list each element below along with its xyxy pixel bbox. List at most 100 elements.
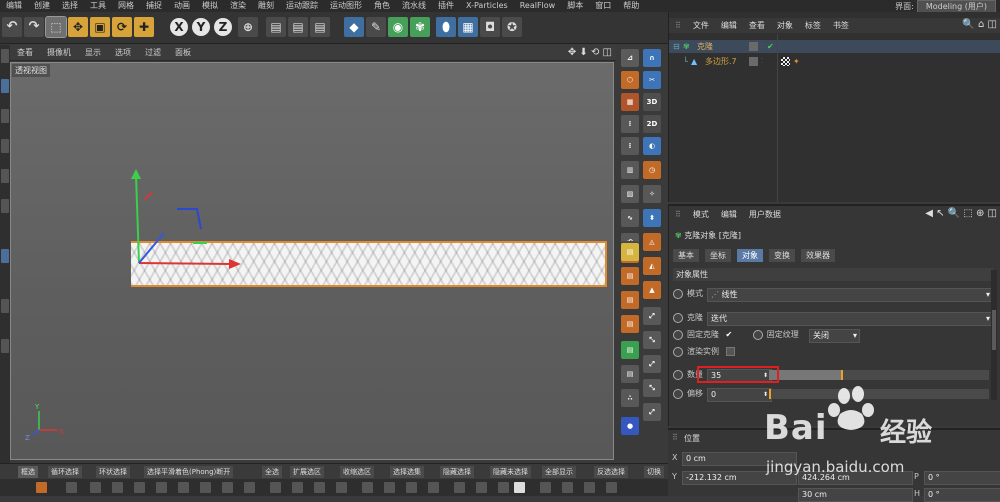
screenshot-icon[interactable] [514,482,525,493]
material-tag-icon[interactable] [781,57,790,66]
panel-grip-icon[interactable]: ⠿ [669,18,687,33]
hide-unselected-button[interactable]: 隐藏未选择 [490,466,531,478]
layout-select[interactable]: Modeling (用户) [916,0,996,12]
matrix-extrude-icon[interactable] [540,482,551,493]
object-name[interactable]: 多边形.7 [705,55,737,68]
tab-basic[interactable]: 基本 [673,249,699,262]
viewport-menu-display[interactable]: 显示 [78,45,108,60]
cloner-icon[interactable]: ✾ [410,17,430,37]
tree-expand-icon[interactable]: ⊟ [673,40,680,53]
dissolve-icon[interactable]: ⤡ [643,379,661,397]
render-view-icon[interactable]: ▤ [266,17,286,37]
menu-item-script[interactable]: 脚本 [561,0,589,11]
am-menu-mode[interactable]: 模式 [687,208,715,222]
om-menu-objects[interactable]: 对象 [771,18,799,33]
phong-break-select-button[interactable]: 选择平滑着色(Phong)断开 [144,466,234,478]
menu-item-x-particles[interactable]: X-Particles [460,0,514,11]
points-mode-icon[interactable] [1,169,9,183]
hide-selected-button[interactable]: 隐藏选择 [440,466,474,478]
visibility-dots[interactable]: ⁚ [761,55,763,68]
menu-item-edit[interactable]: 编辑 [0,0,28,11]
viewport-nav-icons[interactable]: ✥ ⬇ ⟲ ◫ [568,45,612,61]
mirror-icon[interactable]: ◭ [643,257,661,275]
snap-icon[interactable] [1,339,9,353]
layer-swatch[interactable] [749,57,758,66]
magnet-icon[interactable]: ∩ [643,49,661,67]
light-icon[interactable]: ✪ [502,17,522,37]
viewport-menu-cameras[interactable]: 摄像机 [40,45,78,60]
spline-tool-icon[interactable]: ∿ [621,209,639,227]
optimize-icon[interactable] [270,482,281,493]
toggle-button[interactable]: 切换 [644,466,664,478]
brush-icon[interactable]: ⤢ [643,403,661,421]
ring-select-button[interactable]: 环状选择 [96,466,130,478]
view-3d-icon[interactable]: 3D [643,93,661,111]
loop-cut-icon[interactable]: ◐ [643,137,661,155]
mirror-tool-icon[interactable] [406,482,417,493]
menu-item-render[interactable]: 渲染 [224,0,252,11]
triangulate-icon[interactable] [336,482,347,493]
model-mode-icon[interactable] [1,79,9,93]
undo-icon[interactable]: ↶ [2,17,22,37]
enabled-check-icon[interactable]: ✔ [767,40,774,53]
bevel-tool-icon[interactable] [178,482,189,493]
clone-tool-icon[interactable] [476,482,487,493]
menu-item-plugins[interactable]: 插件 [432,0,460,11]
layer-icon[interactable]: ▤ [621,341,639,359]
polygons-mode-icon[interactable] [1,249,9,263]
make-editable-icon[interactable] [1,49,9,63]
count-slider-handle[interactable] [841,370,843,380]
line-cut-icon[interactable] [90,482,101,493]
om-menu-tags[interactable]: 标签 [799,18,827,33]
slide-tool-icon[interactable] [606,482,617,493]
menu-item-motion-tracking[interactable]: 运动跟踪 [280,0,324,11]
menu-item-mograph[interactable]: 运动图形 [324,0,368,11]
menu-item-sculpt[interactable]: 雕刻 [252,0,280,11]
fix-clone-anim-radio[interactable] [673,329,683,340]
clone-anim-radio[interactable] [673,312,683,323]
pen-icon[interactable]: ✎ [366,17,386,37]
select-all-button[interactable]: 全选 [262,466,282,478]
axis-mode-icon[interactable] [1,299,9,313]
subdivide-icon[interactable] [314,482,325,493]
inner-extrude-icon[interactable] [156,482,167,493]
extrude-tool-icon[interactable] [134,482,145,493]
om-nav-icons[interactable]: 🔍 ⌂ ◫ [962,19,997,30]
coordinate-system-icon[interactable]: ⊕ [238,17,258,37]
z-axis-lock-button[interactable]: Z [214,18,232,36]
stitch-icon[interactable]: ⤢ [643,307,661,325]
menu-item-mesh[interactable]: 网格 [112,0,140,11]
panel-grip-icon[interactable]: ⠿ [669,208,687,222]
render-instance-checkbox[interactable] [725,347,735,356]
fix-texture-select[interactable]: 关闭 ▾ [809,329,860,343]
deformer-icon[interactable]: ⬮ [436,17,456,37]
hatch-icon[interactable]: ▨ [621,185,639,203]
texture-tag-icon[interactable]: ▤ [621,291,639,309]
tab-transform[interactable]: 变换 [769,249,795,262]
fix-texture-anim-radio[interactable] [752,329,763,340]
panel-grip-icon[interactable]: ⠿ [672,433,678,442]
knife-tool-icon[interactable] [112,482,123,493]
shrink-selection-button[interactable]: 收缩选区 [340,466,374,478]
edge-to-spline-icon[interactable] [498,482,509,493]
menu-item-select[interactable]: 选择 [56,0,84,11]
menu-item-window[interactable]: 窗口 [589,0,617,11]
stripe-icon[interactable]: ▥ [621,161,639,179]
split-icon[interactable] [292,482,303,493]
mode-select[interactable]: ⋰ 线性 ▾ [707,288,994,302]
floor-icon[interactable]: ▦ [458,17,478,37]
menu-item-help[interactable]: 帮助 [617,0,645,11]
am-menu-user-data[interactable]: 用户数据 [743,208,787,222]
character-icon[interactable]: ● [621,417,639,435]
cube-icon[interactable]: ◆ [344,17,364,37]
viewport-menu-panel[interactable]: 面板 [168,45,198,60]
extrude-icon[interactable]: ⬡ [621,71,639,89]
count-slider[interactable] [769,370,989,380]
knife-icon[interactable]: ✂ [643,71,661,89]
scrollbar-thumb[interactable] [992,310,996,350]
subdivision-icon[interactable]: ◉ [388,17,408,37]
bend-deformer-icon[interactable]: ⊿ [621,49,639,67]
weld-icon[interactable]: ◬ [643,233,661,251]
tab-effectors[interactable]: 效果器 [801,249,835,262]
rotate-tool-icon[interactable]: ⟳ [112,17,132,37]
